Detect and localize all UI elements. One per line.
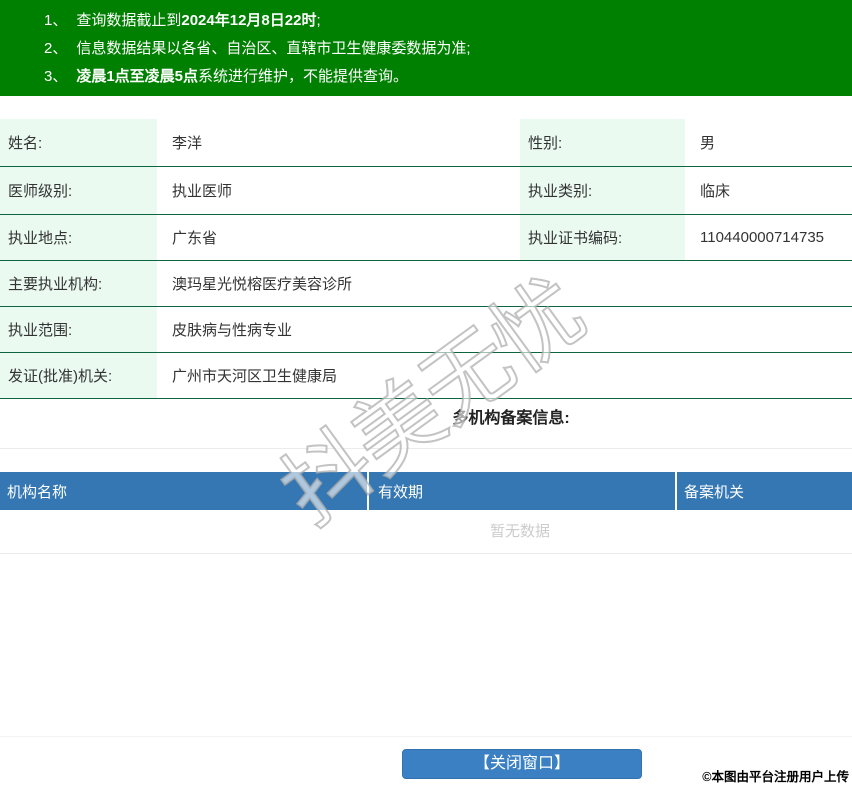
column-header-validity-period: 有效期	[369, 472, 675, 510]
main-institution-value: 澳玛星光悦榕医疗美容诊所	[172, 276, 353, 293]
table-row: 医师级别: 执业医师 执业类别: 临床	[0, 167, 852, 215]
notice-header: 1、 查询数据截止到2024年12月8日22时; 2、 信息数据结果以各省、自治区、…	[0, 0, 852, 96]
notice-line-3: 3、 凌晨1点至凌晨5点系统进行维护，不能提供查询。	[44, 63, 852, 91]
page: 1、 查询数据截止到2024年12月8日22时; 2、 信息数据结果以各省、自治区、…	[0, 0, 852, 785]
notice-text: ;	[316, 12, 321, 29]
divider	[0, 553, 852, 554]
main-institution-label: 主要执业机构:	[0, 261, 157, 306]
divider	[0, 448, 852, 449]
issuing-authority-value: 广州市天河区卫生健康局	[172, 368, 338, 385]
table-row: 发证(批准)机关: 广州市天河区卫生健康局	[0, 353, 852, 399]
notice-line-2: 2、 信息数据结果以各省、自治区、直辖市卫生健康委数据为准;	[44, 35, 852, 63]
divider	[0, 736, 852, 737]
practice-location-value: 广东省	[172, 230, 218, 247]
close-window-button[interactable]: 【关闭窗口】	[402, 749, 642, 779]
table-row: 执业地点: 广东省 执业证书编码: 110440000714735	[0, 215, 852, 261]
certificate-number-value: 110440000714735	[700, 229, 825, 246]
notice-text-bold: 2024年12月8日22时	[181, 12, 317, 29]
notice-number: 1、	[44, 12, 68, 29]
name-value: 李洋	[172, 135, 203, 152]
copyright-notice: ©本图由平台注册用户上传	[702, 770, 849, 784]
practice-category-value: 临床	[700, 183, 731, 200]
certificate-number-label: 执业证书编码:	[520, 215, 685, 260]
gender-value: 男	[700, 135, 716, 152]
practice-scope-label: 执业范围:	[0, 307, 157, 352]
notice-number: 3、	[44, 68, 68, 85]
practice-category-label: 执业类别:	[520, 167, 685, 214]
notice-number: 2、	[44, 40, 68, 57]
table-row: 姓名: 李洋 性别: 男	[0, 119, 852, 167]
table-row: 执业范围: 皮肤病与性病专业	[0, 307, 852, 353]
table-row: 主要执业机构: 澳玛星光悦榕医疗美容诊所	[0, 261, 852, 307]
notice-text: 系统进行维护，不能提供查询。	[198, 68, 409, 85]
column-header-filing-authority: 备案机关	[677, 472, 852, 510]
name-label: 姓名:	[0, 119, 157, 166]
doctor-level-value: 执业医师	[172, 183, 233, 200]
filing-table-header: 机构名称 有效期 备案机关	[0, 472, 852, 510]
no-data-message: 暂无数据	[489, 523, 550, 540]
practice-scope-value: 皮肤病与性病专业	[172, 322, 293, 339]
notice-line-1: 1、 查询数据截止到2024年12月8日22时;	[44, 7, 852, 35]
notice-text: 信息数据结果以各省、自治区、直辖市卫生健康委数据为准;	[76, 40, 471, 57]
notice-text-bold: 凌晨1点至凌晨5点	[76, 68, 199, 85]
notice-text: 查询数据截止到	[76, 12, 182, 29]
doctor-info-table: 姓名: 李洋 性别: 男 医师级别: 执业医师 执业类别: 临床 执业地点: 广…	[0, 119, 852, 399]
doctor-level-label: 医师级别:	[0, 167, 157, 214]
gender-label: 性别:	[520, 119, 685, 166]
filing-section-title: 多机构备案信息:	[452, 410, 570, 427]
issuing-authority-label: 发证(批准)机关:	[0, 353, 157, 398]
practice-location-label: 执业地点:	[0, 215, 157, 260]
column-header-institution-name: 机构名称	[0, 472, 367, 510]
